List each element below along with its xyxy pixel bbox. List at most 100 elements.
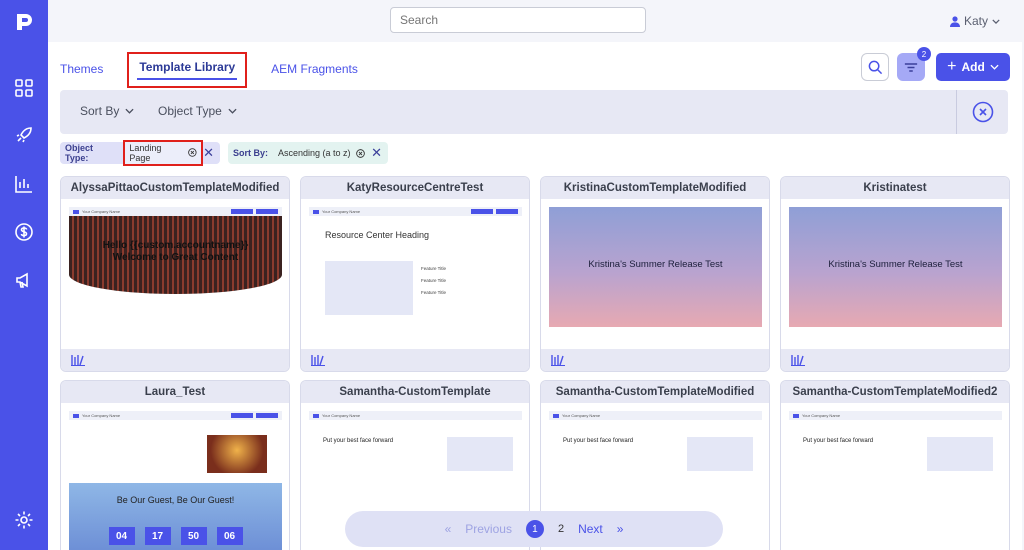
page-1-button[interactable]: 1 <box>525 520 544 538</box>
top-bar: Katy <box>48 0 1024 42</box>
card-footer <box>541 349 769 371</box>
preview-hero-title: Kristina's Summer Release Test <box>828 259 963 270</box>
filter-count-badge: 2 <box>917 47 931 61</box>
pagination: « Previous 1 2 Next » <box>345 511 723 547</box>
preview-countdown: 04 17 50 06 <box>69 527 282 545</box>
chevron-down-icon <box>990 64 999 70</box>
hero-line-2: Welcome to Great Content <box>112 252 239 263</box>
template-preview: Kristina's Summer Release Test <box>549 207 762 327</box>
tab-bar: Themes Template Library AEM Fragments <box>60 52 382 88</box>
countdown-value: 04 <box>108 527 135 545</box>
add-button[interactable]: + Add <box>936 53 1010 81</box>
library-icon <box>551 355 565 366</box>
sidebar <box>0 0 48 550</box>
preview-hero-title: Be Our Guest, Be Our Guest! <box>116 495 235 505</box>
settings-gear-icon[interactable] <box>12 508 36 532</box>
app-logo-icon[interactable] <box>12 10 36 34</box>
preview-image <box>447 437 513 471</box>
template-card[interactable]: Laura_Test Your Company Name Be Our Gues… <box>60 380 290 550</box>
main-panel: Themes Template Library AEM Fragments 2 … <box>48 42 1022 550</box>
template-preview: Your Company Name Put your best face for… <box>789 411 1002 550</box>
chevron-down-icon <box>125 108 134 114</box>
remove-value-icon[interactable] <box>188 148 197 157</box>
first-page-icon[interactable]: « <box>445 522 452 536</box>
dashboard-icon[interactable] <box>12 76 36 100</box>
preview-company: Your Company Name <box>82 413 121 418</box>
template-title: Samantha-CustomTemplate <box>301 381 529 403</box>
preview-image <box>207 435 267 473</box>
user-icon <box>949 15 960 27</box>
search-button[interactable] <box>861 53 889 81</box>
template-preview: Your Company Name Be Our Guest, Be Our G… <box>69 411 282 550</box>
user-name: Katy <box>963 14 988 28</box>
library-icon <box>791 355 805 366</box>
chevron-down-icon <box>992 18 1000 24</box>
global-search-input[interactable] <box>390 7 646 33</box>
template-card[interactable]: KatyResourceCentreTest Your Company Name… <box>300 176 530 372</box>
plus-icon: + <box>947 58 957 75</box>
remove-value-icon[interactable] <box>355 148 365 158</box>
template-title: Samantha-CustomTemplateModified <box>541 381 769 403</box>
template-card[interactable]: Samantha-CustomTemplateModified2 Your Co… <box>780 380 1010 550</box>
preview-nav: Your Company Name <box>309 411 522 420</box>
chip-value: Ascending (a to z) <box>274 142 369 164</box>
object-type-dropdown[interactable]: Object Type <box>158 104 237 118</box>
template-card[interactable]: Kristinatest Kristina's Summer Release T… <box>780 176 1010 372</box>
close-circle-icon <box>972 101 993 123</box>
template-card[interactable]: AlyssaPittaoCustomTemplateModified Your … <box>60 176 290 372</box>
preview-company: Your Company Name <box>802 413 841 418</box>
template-title: Kristinatest <box>781 177 1009 199</box>
dollar-icon[interactable] <box>12 220 36 244</box>
filter-icon <box>904 62 918 72</box>
preview-hero: Hello {{custom.accountname}} Welcome to … <box>69 216 282 294</box>
preview-nav: Your Company Name <box>789 411 1002 420</box>
sort-by-chip: Sort By: Ascending (a to z) ✕ <box>228 142 388 164</box>
template-preview: Your Company Name Hello {{custom.account… <box>69 207 282 327</box>
sort-by-label: Sort By <box>80 104 120 118</box>
chip-label: Object Type: <box>65 143 94 163</box>
user-menu[interactable]: Katy <box>949 14 1000 28</box>
chip-label: Sort By: <box>233 148 269 158</box>
active-tab-underline <box>137 78 238 80</box>
launch-icon[interactable] <box>12 123 36 147</box>
preview-feature: Feature Title <box>421 266 447 271</box>
object-type-label: Object Type <box>158 104 222 118</box>
preview-nav: Your Company Name <box>69 411 282 420</box>
page-2-button[interactable]: 2 <box>558 523 564 535</box>
preview-feature: Feature Title <box>421 290 447 295</box>
remove-chip-icon[interactable]: ✕ <box>203 145 214 161</box>
analytics-icon[interactable] <box>12 172 36 196</box>
next-page-button[interactable]: Next <box>578 522 603 536</box>
tab-aem-fragments[interactable]: AEM Fragments <box>271 60 358 84</box>
preview-company: Your Company Name <box>322 209 361 214</box>
card-footer <box>781 349 1009 371</box>
last-page-icon[interactable]: » <box>617 522 624 536</box>
chip-value-text: Ascending (a to z) <box>278 148 351 158</box>
preview-feature: Feature Title <box>421 278 447 283</box>
chip-value-text: Landing Page <box>129 142 162 163</box>
remove-chip-icon[interactable]: ✕ <box>371 145 382 161</box>
countdown-value: 50 <box>180 527 207 545</box>
previous-page-button[interactable]: Previous <box>465 522 512 536</box>
countdown-value: 17 <box>144 527 171 545</box>
preview-company: Your Company Name <box>82 209 121 214</box>
filter-button[interactable]: 2 <box>897 47 931 81</box>
countdown-value: 06 <box>216 527 243 545</box>
filter-bar: Sort By Object Type <box>60 90 1008 134</box>
template-card[interactable]: KristinaCustomTemplateModified Kristina'… <box>540 176 770 372</box>
template-title: KatyResourceCentreTest <box>301 177 529 199</box>
tab-themes[interactable]: Themes <box>60 60 103 84</box>
preview-banner: Be Our Guest, Be Our Guest! 04 17 50 06 <box>69 483 282 550</box>
preview-company: Your Company Name <box>322 413 361 418</box>
template-title: KristinaCustomTemplateModified <box>541 177 769 199</box>
template-title: Samantha-CustomTemplateModified2 <box>781 381 1009 403</box>
template-preview: Your Company Name Resource Center Headin… <box>309 207 522 327</box>
sort-by-dropdown[interactable]: Sort By <box>80 104 134 118</box>
tab-template-library[interactable]: Template Library <box>127 52 248 88</box>
add-button-label: Add <box>961 60 985 74</box>
hero-line-1: Hello {{custom.accountname}} <box>102 240 249 251</box>
megaphone-icon[interactable] <box>12 268 36 292</box>
clear-filters-button[interactable] <box>956 90 1008 134</box>
preview-nav: Your Company Name <box>309 207 522 216</box>
search-icon <box>868 60 882 74</box>
